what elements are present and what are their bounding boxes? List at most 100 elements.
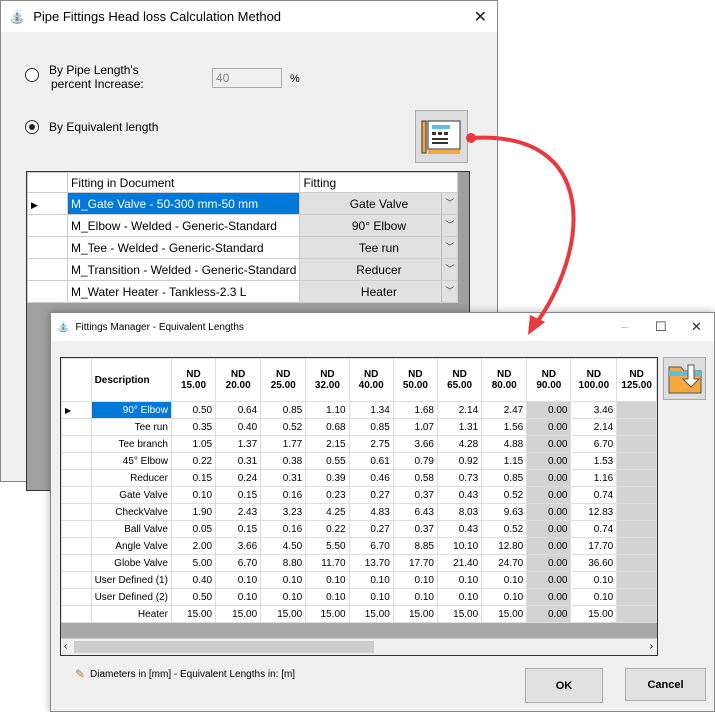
length-cell[interactable]: 0.35	[170, 418, 217, 436]
chevron-down-icon[interactable]: ﹀	[441, 259, 457, 280]
length-cell[interactable]: 2.43	[215, 503, 262, 521]
length-cell[interactable]: 15.00	[570, 605, 618, 623]
length-cell[interactable]: 0.10	[436, 588, 483, 606]
row-header[interactable]: ▶	[61, 401, 92, 419]
column-header[interactable]: ND 20.00	[215, 358, 262, 402]
column-header[interactable]: ND 90.00	[526, 358, 572, 402]
column-header[interactable]: ND 100.00	[570, 358, 618, 402]
table-row[interactable]: Tee run 0.35 0.40 0.52 0.68 0.85 1.07 1.31 1.56 0…	[61, 418, 657, 436]
row-header[interactable]	[61, 571, 92, 589]
description-cell[interactable]: Globe Valve	[90, 554, 172, 572]
table-row[interactable]: Heater 15.00 15.00 15.00 15.00 15.00 15.00 15.0…	[61, 605, 657, 623]
length-cell[interactable]: 0.74	[570, 486, 618, 504]
equivalent-length-radio[interactable]	[25, 120, 39, 134]
column-header[interactable]: ND 25.00	[260, 358, 307, 402]
description-cell[interactable]: Angle Valve	[90, 537, 172, 555]
length-cell[interactable]	[616, 554, 657, 572]
length-cell[interactable]: 11.70	[305, 554, 350, 572]
fitting-dropdown[interactable]: Tee run ﹀	[299, 236, 459, 259]
chevron-down-icon[interactable]: ﹀	[441, 237, 457, 258]
length-cell[interactable]: 0.85	[348, 418, 394, 436]
description-cell[interactable]: User Defined (2)	[90, 588, 172, 606]
close-button[interactable]: ✕	[691, 319, 702, 335]
column-header[interactable]: ND 80.00	[481, 358, 528, 402]
description-cell[interactable]: Tee branch	[90, 435, 172, 453]
row-header[interactable]	[27, 236, 68, 259]
close-button[interactable]: ✕	[474, 7, 487, 27]
length-cell[interactable]: 8.85	[392, 537, 438, 555]
length-cell[interactable]: 0.43	[436, 486, 483, 504]
fitting-dropdown[interactable]: 90° Elbow ﹀	[299, 214, 459, 237]
length-cell[interactable]: 0.15	[215, 520, 262, 538]
length-cell[interactable]: 0.38	[260, 452, 307, 470]
length-cell[interactable]: 15.00	[260, 605, 307, 623]
length-cell[interactable]: 3.23	[260, 503, 307, 521]
length-cell[interactable]: 0.43	[436, 520, 483, 538]
column-header[interactable]: Fitting	[299, 172, 459, 193]
length-cell[interactable]	[616, 520, 657, 538]
length-cell[interactable]: 0.64	[215, 401, 262, 419]
length-cell[interactable]: 36.60	[570, 554, 618, 572]
table-row[interactable]: User Defined (1) 0.40 0.10 0.10 0.10 0.10 0.10…	[61, 571, 657, 589]
length-cell[interactable]: 0.74	[570, 520, 618, 538]
length-cell[interactable]: 0.52	[481, 520, 528, 538]
length-cell[interactable]: 1.90	[170, 503, 217, 521]
column-header[interactable]: ND 40.00	[348, 358, 394, 402]
length-cell[interactable]	[616, 486, 657, 504]
length-cell[interactable]: 8.03	[436, 503, 483, 521]
description-cell[interactable]: 90° Elbow	[90, 401, 172, 419]
length-cell[interactable]: 0.10	[392, 571, 438, 589]
table-row[interactable]: User Defined (2) 0.50 0.10 0.10 0.10 0.10 0.10…	[61, 588, 657, 606]
length-cell[interactable]: 8.80	[260, 554, 307, 572]
description-cell[interactable]: Ball Valve	[90, 520, 172, 538]
length-cell[interactable]: 0.27	[348, 486, 394, 504]
table-row[interactable]: Globe Valve 5.00 6.70 8.80 11.70 13.70 17.70 21…	[61, 554, 657, 572]
length-cell[interactable]: 9.63	[481, 503, 528, 521]
length-cell[interactable]: 2.14	[436, 401, 483, 419]
length-cell[interactable]: 1.15	[481, 452, 528, 470]
length-cell[interactable]: 0.10	[215, 571, 262, 589]
length-cell[interactable]: 0.00	[526, 588, 572, 606]
description-cell[interactable]: Gate Valve	[90, 486, 172, 504]
length-cell[interactable]: 0.00	[526, 435, 572, 453]
length-cell[interactable]: 0.00	[526, 537, 572, 555]
row-header[interactable]	[61, 452, 92, 470]
length-cell[interactable]	[616, 418, 657, 436]
table-row[interactable]: Gate Valve 0.10 0.15 0.16 0.23 0.27 0.37 0.43 0.…	[61, 486, 657, 504]
fitting-in-document-cell[interactable]: M_Water Heater - Tankless-2.3 L	[66, 280, 301, 303]
length-cell[interactable]: 0.10	[436, 571, 483, 589]
length-cell[interactable]: 0.00	[526, 469, 572, 487]
length-cell[interactable]: 0.10	[392, 588, 438, 606]
length-cell[interactable]: 0.37	[392, 520, 438, 538]
length-cell[interactable]: 0.05	[170, 520, 217, 538]
length-cell[interactable]: 0.52	[481, 486, 528, 504]
fitting-in-document-cell[interactable]: M_Gate Valve - 50-300 mm-50 mm	[66, 192, 301, 215]
chevron-down-icon[interactable]: ﹀	[441, 281, 457, 302]
length-cell[interactable]: 15.00	[392, 605, 438, 623]
table-row[interactable]: 45° Elbow 0.22 0.31 0.38 0.55 0.61 0.79 0.92 1.1…	[61, 452, 657, 470]
length-cell[interactable]	[616, 605, 657, 623]
length-cell[interactable]: 1.07	[392, 418, 438, 436]
fitting-in-document-cell[interactable]: M_Elbow - Welded - Generic-Standard	[66, 214, 301, 237]
length-cell[interactable]: 0.39	[305, 469, 350, 487]
percent-input[interactable]: 40	[212, 68, 282, 88]
length-cell[interactable]: 0.24	[215, 469, 262, 487]
length-cell[interactable]: 0.10	[348, 571, 394, 589]
length-cell[interactable]: 0.79	[392, 452, 438, 470]
length-cell[interactable]: 15.00	[481, 605, 528, 623]
row-header[interactable]	[61, 469, 92, 487]
length-cell[interactable]: 6.70	[215, 554, 262, 572]
row-header[interactable]	[61, 588, 92, 606]
column-header[interactable]: ND 15.00	[170, 358, 217, 402]
length-cell[interactable]: 0.00	[526, 571, 572, 589]
length-cell[interactable]	[616, 401, 657, 419]
length-cell[interactable]: 0.10	[170, 486, 217, 504]
length-cell[interactable]: 17.70	[570, 537, 618, 555]
length-cell[interactable]: 1.77	[260, 435, 307, 453]
length-cell[interactable]: 0.16	[260, 486, 307, 504]
length-cell[interactable]: 0.15	[170, 469, 217, 487]
length-cell[interactable]: 0.22	[170, 452, 217, 470]
length-cell[interactable]: 21.40	[436, 554, 483, 572]
fitting-dropdown[interactable]: Gate Valve ﹀	[299, 192, 459, 215]
length-cell[interactable]: 12.80	[481, 537, 528, 555]
